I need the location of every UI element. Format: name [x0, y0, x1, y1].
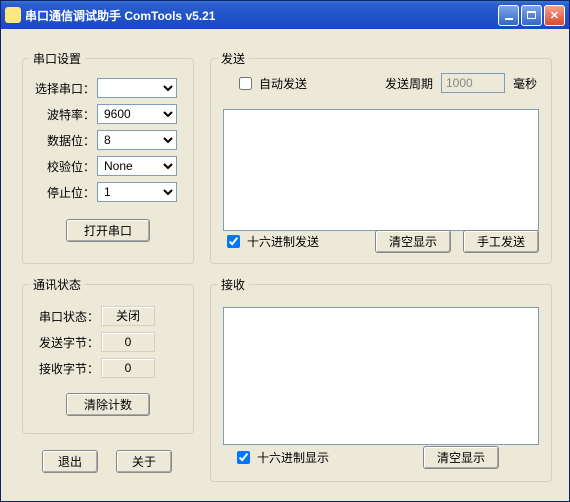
about-button[interactable]: 关于 — [116, 450, 172, 473]
footer-buttons: 退出 关于 — [42, 450, 172, 473]
hex-send-label: 十六进制发送 — [247, 233, 319, 250]
send-period-unit: 毫秒 — [513, 75, 537, 92]
parity-label: 校验位： — [31, 158, 97, 175]
app-icon — [5, 7, 21, 23]
port-state-label: 串口状态： — [31, 308, 101, 325]
app-window: 串口通信调试助手 ComTools v5.21 ✕ 串口设置 选择串口： 波特率… — [0, 0, 570, 502]
stop-bits-combo[interactable]: 1 — [97, 182, 177, 202]
parity-combo[interactable]: None — [97, 156, 177, 176]
recv-legend: 接收 — [217, 276, 249, 293]
send-period-label: 发送周期 — [385, 75, 433, 92]
sent-bytes-value: 0 — [101, 332, 155, 352]
auto-send-checkbox-wrap[interactable]: 自动发送 — [235, 74, 307, 93]
window-controls: ✕ — [498, 5, 565, 26]
open-port-button[interactable]: 打开串口 — [66, 219, 150, 242]
comm-status-legend: 通讯状态 — [29, 276, 85, 293]
minimize-button[interactable] — [498, 5, 519, 26]
close-button[interactable]: ✕ — [544, 5, 565, 26]
recv-bytes-label: 接收字节： — [31, 360, 101, 377]
maximize-button[interactable] — [521, 5, 542, 26]
client-area: 串口设置 选择串口： 波特率： 9600 数据位： 8 — [4, 32, 566, 498]
port-settings-group: 串口设置 选择串口： 波特率： 9600 数据位： 8 — [22, 50, 194, 264]
data-bits-label: 数据位： — [31, 132, 97, 149]
hex-send-checkbox[interactable] — [227, 235, 240, 248]
manual-send-button[interactable]: 手工发送 — [463, 230, 539, 253]
hex-send-checkbox-wrap[interactable]: 十六进制发送 — [223, 232, 319, 251]
port-state-value: 关闭 — [101, 306, 155, 326]
send-textarea[interactable] — [223, 109, 539, 231]
clear-count-button[interactable]: 清除计数 — [66, 393, 150, 416]
comm-status-group: 通讯状态 串口状态： 关闭 发送字节： 0 接收字节： 0 清除计数 — [22, 276, 194, 434]
stop-bits-label: 停止位： — [31, 184, 97, 201]
select-port-label: 选择串口： — [31, 80, 97, 97]
recv-group: 接收 十六进制显示 清空显示 — [210, 276, 552, 482]
port-settings-legend: 串口设置 — [29, 50, 85, 67]
recv-bytes-value: 0 — [101, 358, 155, 378]
titlebar: 串口通信调试助手 ComTools v5.21 ✕ — [1, 1, 569, 29]
auto-send-label: 自动发送 — [259, 75, 307, 92]
hex-display-checkbox[interactable] — [237, 451, 250, 464]
recv-clear-display-button[interactable]: 清空显示 — [423, 446, 499, 469]
send-group: 发送 自动发送 发送周期 毫秒 十六进制发送 清空显示 手工发送 — [210, 50, 552, 264]
baud-combo[interactable]: 9600 — [97, 104, 177, 124]
sent-bytes-label: 发送字节： — [31, 334, 101, 351]
baud-label: 波特率： — [31, 106, 97, 123]
data-bits-combo[interactable]: 8 — [97, 130, 177, 150]
send-period-input[interactable] — [441, 73, 505, 93]
hex-display-label: 十六进制显示 — [257, 449, 329, 466]
hex-display-checkbox-wrap[interactable]: 十六进制显示 — [233, 448, 329, 467]
send-clear-display-button[interactable]: 清空显示 — [375, 230, 451, 253]
select-port-combo[interactable] — [97, 78, 177, 98]
exit-button[interactable]: 退出 — [42, 450, 98, 473]
recv-textarea[interactable] — [223, 307, 539, 445]
window-title: 串口通信调试助手 ComTools v5.21 — [25, 7, 498, 24]
send-legend: 发送 — [217, 50, 249, 67]
auto-send-checkbox[interactable] — [239, 77, 252, 90]
